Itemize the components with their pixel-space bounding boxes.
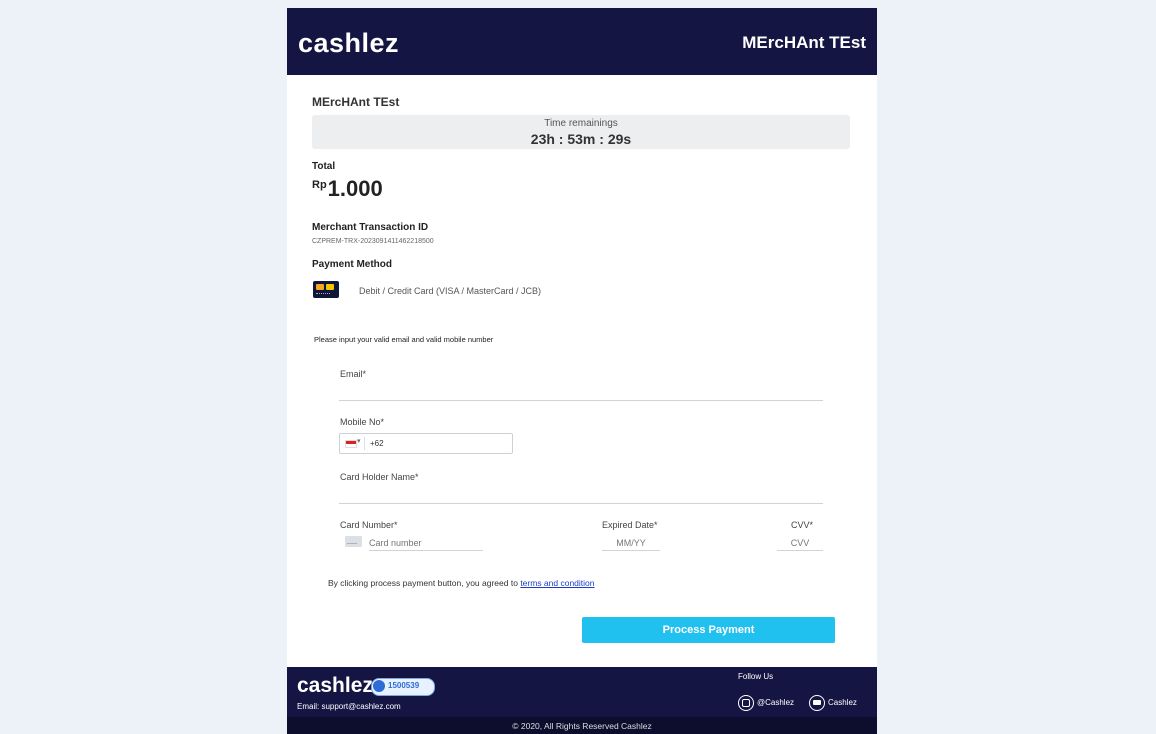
- total-amount: Rp1.000: [312, 176, 383, 202]
- amount-value: 1.000: [327, 176, 383, 201]
- instagram-handle: @Cashlez: [757, 698, 795, 708]
- transaction-id-label: Merchant Transaction ID: [312, 222, 429, 233]
- mobile-label: Mobile No*: [340, 417, 385, 427]
- youtube-icon: [809, 695, 825, 711]
- copyright-text: © 2020, All Rights Reserved Cashlez: [512, 721, 652, 731]
- timer-value: 23h : 53m : 29s: [530, 131, 632, 147]
- merchant-header-name: MErcHAnt TEst: [742, 33, 866, 52]
- email-label: Email*: [340, 369, 367, 379]
- terms-link[interactable]: terms and condition: [520, 578, 594, 588]
- card-number-label: Card Number*: [340, 520, 398, 530]
- youtube-handle: Cashlez: [828, 698, 857, 708]
- copyright-bar: © 2020, All Rights Reserved Cashlez: [287, 717, 877, 734]
- chevron-down-icon[interactable]: ▾: [357, 437, 361, 445]
- instagram-link[interactable]: @Cashlez: [738, 695, 794, 711]
- header-bar: cashlez MErcHAnt TEst: [287, 8, 877, 75]
- cvv-label: CVV*: [791, 520, 814, 530]
- card-holder-label: Card Holder Name*: [340, 472, 419, 482]
- currency-label: Rp: [312, 179, 327, 191]
- expired-date-input[interactable]: [602, 536, 660, 551]
- card-number-input[interactable]: [369, 536, 483, 551]
- youtube-link[interactable]: Cashlez: [809, 695, 857, 711]
- mobile-field[interactable]: ▾ +62: [339, 433, 513, 454]
- indonesia-flag-icon[interactable]: [345, 440, 357, 448]
- card-holder-field[interactable]: [339, 489, 823, 504]
- email-field[interactable]: [339, 386, 823, 401]
- payment-method-label: Payment Method: [312, 259, 393, 270]
- card-number-icon: [345, 536, 362, 547]
- countdown-timer: Time remainings 23h : 53m : 29s: [312, 115, 850, 149]
- instagram-icon: [738, 695, 754, 711]
- support-email: Email: support@cashlez.com: [297, 702, 401, 711]
- form-instruction: Please input your valid email and valid …: [314, 335, 494, 344]
- shield-icon: [373, 680, 385, 692]
- timer-label: Time remainings: [544, 118, 618, 129]
- total-label: Total: [312, 161, 336, 172]
- credit-card-icon: [313, 281, 339, 298]
- footer-cashlez-logo: cashlez: [297, 674, 373, 697]
- expired-date-label: Expired Date*: [602, 520, 658, 530]
- follow-us-label: Follow Us: [738, 672, 774, 681]
- checkout-page: cashlez MErcHAnt TEst MErcHAnt TEst Time…: [287, 8, 877, 734]
- process-payment-button[interactable]: Process Payment: [582, 617, 835, 643]
- cashlez-logo: cashlez: [298, 28, 400, 58]
- badge-number: 1500539: [388, 681, 420, 690]
- certification-badge: 1500539: [371, 678, 435, 696]
- transaction-id-value: CZPREM-TRX-20230914114622185​00: [312, 238, 434, 245]
- country-code: +62: [370, 439, 384, 448]
- cvv-input[interactable]: [777, 536, 823, 551]
- payment-method-text: Debit / Credit Card (VISA / MasterCard /…: [359, 286, 542, 296]
- footer: cashlez 1500539 Email: support@cashlez.c…: [287, 667, 877, 717]
- terms-text: By clicking process payment button, you …: [328, 578, 595, 588]
- merchant-name: MErcHAnt TEst: [312, 95, 400, 109]
